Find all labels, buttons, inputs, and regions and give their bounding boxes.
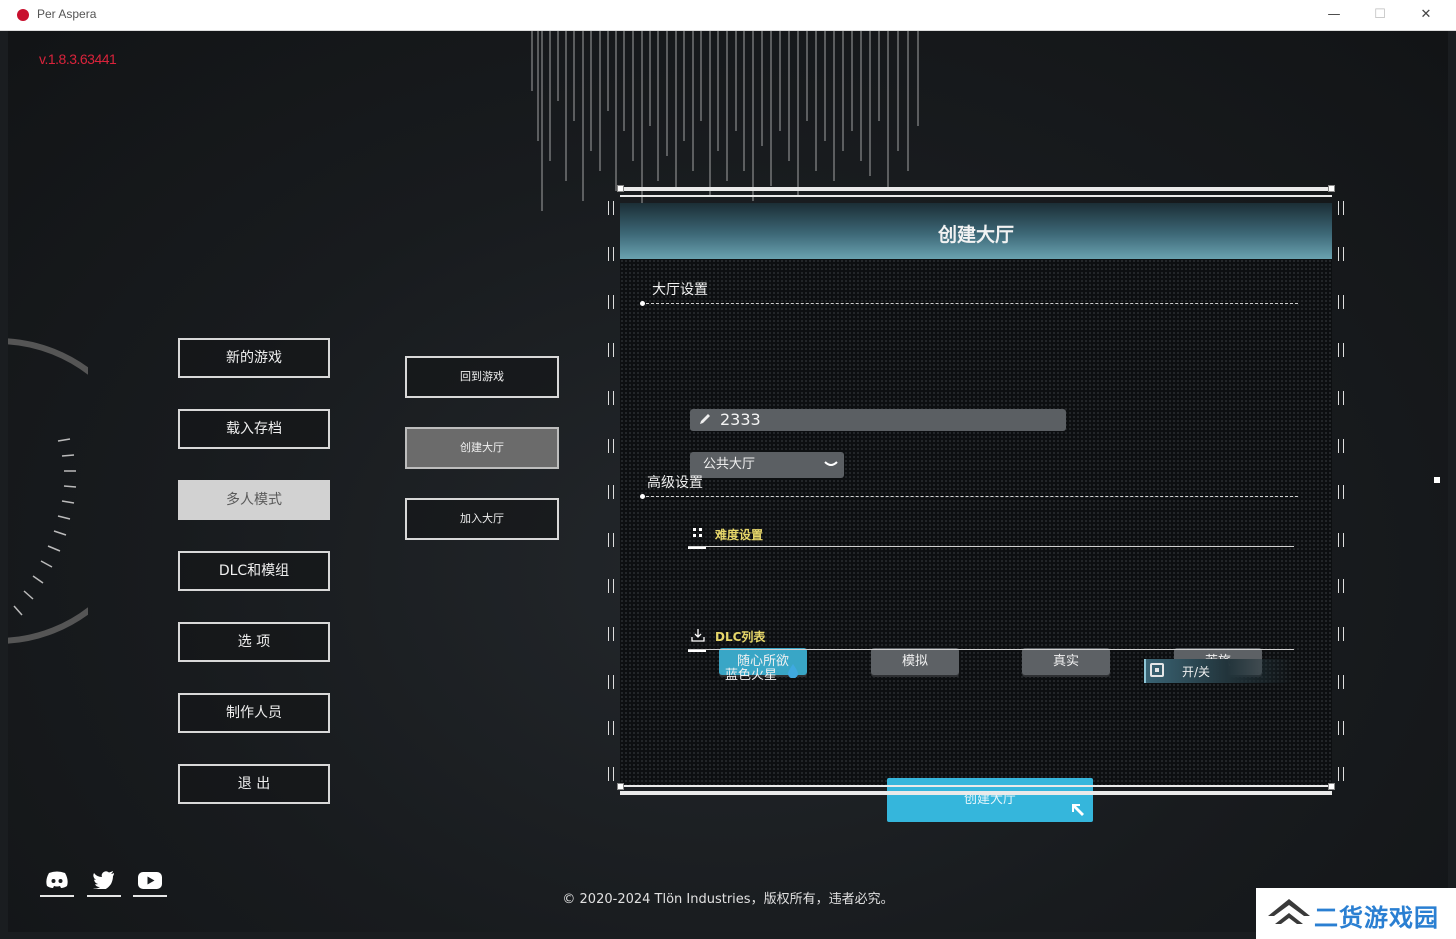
download-icon bbox=[691, 629, 705, 642]
side-marker bbox=[608, 579, 614, 593]
dialog-body: 大厅设置 2333 公共大厅 高级设置 难度设置 随心所欲 模拟 真实 DLC列… bbox=[620, 259, 1332, 822]
window-title: Per Aspera bbox=[37, 7, 97, 21]
section-divider bbox=[646, 303, 1298, 304]
menu-dlc-mods-button[interactable]: DLC和模组 bbox=[178, 551, 330, 591]
rail-corner-dot bbox=[1328, 185, 1335, 192]
toggle-label: 开/关 bbox=[1182, 665, 1211, 679]
dialog-title: 创建大厅 bbox=[937, 224, 1014, 246]
side-marker bbox=[608, 439, 614, 453]
side-marker bbox=[1338, 675, 1344, 689]
dial-decoration bbox=[8, 338, 88, 644]
dialog-header: 创建大厅 bbox=[620, 203, 1332, 259]
watermark-text: 二货游戏园 bbox=[1314, 904, 1439, 932]
difficulty-simulation-button[interactable]: 模拟 bbox=[871, 648, 959, 675]
side-marker bbox=[1338, 247, 1344, 261]
maximize-button[interactable]: ☐ bbox=[1368, 4, 1392, 26]
difficulty-realistic-button[interactable]: 真实 bbox=[1022, 648, 1110, 675]
difficulty-grid-icon bbox=[693, 528, 702, 537]
side-marker bbox=[608, 295, 614, 309]
side-marker bbox=[608, 767, 614, 781]
submenu-return-to-game-button[interactable]: 回到游戏 bbox=[405, 356, 559, 398]
side-marker bbox=[608, 391, 614, 405]
dialog-bottom-rail-thin bbox=[620, 785, 1332, 787]
lobby-name-input[interactable]: 2333 bbox=[690, 409, 1066, 431]
dialog-top-rail-thin bbox=[620, 195, 1332, 197]
side-marker bbox=[608, 201, 614, 215]
submenu-join-lobby-button[interactable]: 加入大厅 bbox=[405, 498, 559, 540]
lobby-settings-heading: 大厅设置 bbox=[652, 282, 708, 298]
cursor-icon bbox=[1072, 804, 1084, 816]
youtube-icon bbox=[138, 872, 162, 889]
dlc-underline bbox=[688, 649, 1294, 650]
pencil-icon bbox=[700, 414, 710, 424]
close-button[interactable]: ✕ bbox=[1414, 4, 1438, 26]
rail-corner-dot bbox=[617, 185, 624, 192]
app-logo-icon bbox=[17, 9, 29, 21]
side-marker bbox=[1338, 391, 1344, 405]
twitter-icon bbox=[93, 871, 114, 889]
side-marker bbox=[1338, 439, 1344, 453]
lobby-visibility-value: 公共大厅 bbox=[703, 457, 756, 472]
difficulty-underline bbox=[688, 546, 1294, 547]
lobby-visibility-select[interactable]: 公共大厅 bbox=[690, 452, 844, 478]
water-drop-icon bbox=[788, 664, 798, 678]
site-watermark: 二货游戏园 bbox=[1256, 888, 1456, 939]
edge-marker bbox=[1434, 477, 1440, 483]
rail-corner-dot bbox=[617, 783, 624, 790]
difficulty-heading: 难度设置 bbox=[715, 528, 764, 542]
side-marker bbox=[1338, 343, 1344, 357]
watermark-logo-icon bbox=[1268, 899, 1310, 924]
dlc-blue-mars-toggle[interactable]: 开/关 bbox=[1144, 659, 1294, 683]
side-marker bbox=[1338, 485, 1344, 499]
side-marker bbox=[1338, 767, 1344, 781]
submenu-create-lobby-button[interactable]: 创建大厅 bbox=[405, 427, 559, 469]
checkbox-icon bbox=[1150, 663, 1164, 677]
menu-multiplayer-button[interactable]: 多人模式 bbox=[178, 480, 330, 520]
side-marker bbox=[608, 721, 614, 735]
side-marker bbox=[608, 247, 614, 261]
menu-load-save-button[interactable]: 载入存档 bbox=[178, 409, 330, 449]
version-label: v.1.8.3.63441 bbox=[39, 51, 117, 67]
dlc-blue-mars-name: 蓝色火星 bbox=[725, 668, 778, 683]
window-titlebar: Per Aspera — ☐ ✕ bbox=[0, 0, 1456, 31]
dialog-bottom-rail bbox=[620, 791, 1332, 795]
menu-new-game-button[interactable]: 新的游戏 bbox=[178, 338, 330, 378]
side-marker bbox=[1338, 295, 1344, 309]
section-divider bbox=[646, 496, 1298, 497]
menu-credits-button[interactable]: 制作人员 bbox=[178, 693, 330, 733]
side-marker bbox=[608, 675, 614, 689]
side-marker bbox=[1338, 201, 1344, 215]
dlc-list-heading: DLC列表 bbox=[715, 630, 766, 644]
discord-icon bbox=[46, 871, 68, 888]
side-marker bbox=[608, 627, 614, 641]
section-dot bbox=[640, 301, 645, 306]
side-marker bbox=[608, 485, 614, 499]
side-marker bbox=[1338, 533, 1344, 547]
minimize-button[interactable]: — bbox=[1322, 4, 1346, 26]
advanced-settings-heading: 高级设置 bbox=[647, 475, 703, 491]
side-marker bbox=[608, 343, 614, 357]
create-lobby-dialog: 创建大厅 大厅设置 2333 公共大厅 高级设置 难度设置 随心所欲 模拟 真实… bbox=[608, 185, 1344, 822]
rail-corner-dot bbox=[1328, 783, 1335, 790]
menu-options-button[interactable]: 选 项 bbox=[178, 622, 330, 662]
side-marker bbox=[608, 533, 614, 547]
lobby-name-value: 2333 bbox=[720, 410, 761, 429]
dialog-top-rail bbox=[620, 187, 1332, 191]
chevron-down-icon bbox=[824, 461, 838, 466]
copyright-notice: © 2020-2024 Tlön Industries，版权所有，违者必究。 bbox=[562, 892, 894, 907]
game-viewport: v.1.8.3.63441 新的游戏 载入存档 多人模式 DLC和模组 选 项 … bbox=[8, 31, 1448, 932]
side-marker bbox=[1338, 627, 1344, 641]
side-marker bbox=[1338, 721, 1344, 735]
section-dot bbox=[640, 494, 645, 499]
side-marker bbox=[1338, 579, 1344, 593]
menu-quit-button[interactable]: 退 出 bbox=[178, 764, 330, 804]
